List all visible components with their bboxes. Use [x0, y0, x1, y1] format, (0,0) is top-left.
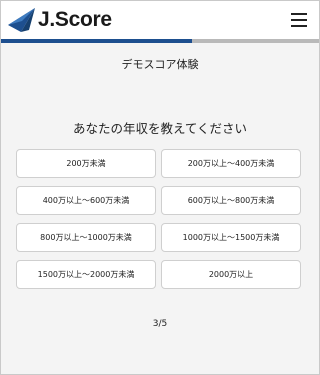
- option-button[interactable]: 1500万以上～2000万未満: [16, 260, 156, 289]
- option-button[interactable]: 200万以上～400万未満: [161, 149, 301, 178]
- answer-options: 200万未満 200万以上～400万未満 400万以上～600万未満 600万以…: [16, 149, 301, 289]
- progress-bar: [1, 39, 319, 43]
- logo[interactable]: J.Score: [8, 8, 112, 32]
- hamburger-menu-icon[interactable]: [291, 13, 307, 27]
- app-header: J.Score: [1, 1, 319, 39]
- option-button[interactable]: 800万以上～1000万未満: [16, 223, 156, 252]
- option-button[interactable]: 200万未満: [16, 149, 156, 178]
- option-button[interactable]: 2000万以上: [161, 260, 301, 289]
- logo-text: J.Score: [38, 8, 112, 31]
- option-button[interactable]: 600万以上～800万未満: [161, 186, 301, 215]
- option-button[interactable]: 400万以上～600万未満: [16, 186, 156, 215]
- page-indicator: 3/5: [152, 319, 168, 329]
- progress-bar-fill: [1, 39, 192, 43]
- page-subtitle: デモスコア体験: [121, 58, 199, 71]
- j-score-logo-icon: [8, 8, 35, 32]
- question-text: あなたの年収を教えてください: [72, 121, 247, 136]
- option-button[interactable]: 1000万以上～1500万未満: [161, 223, 301, 252]
